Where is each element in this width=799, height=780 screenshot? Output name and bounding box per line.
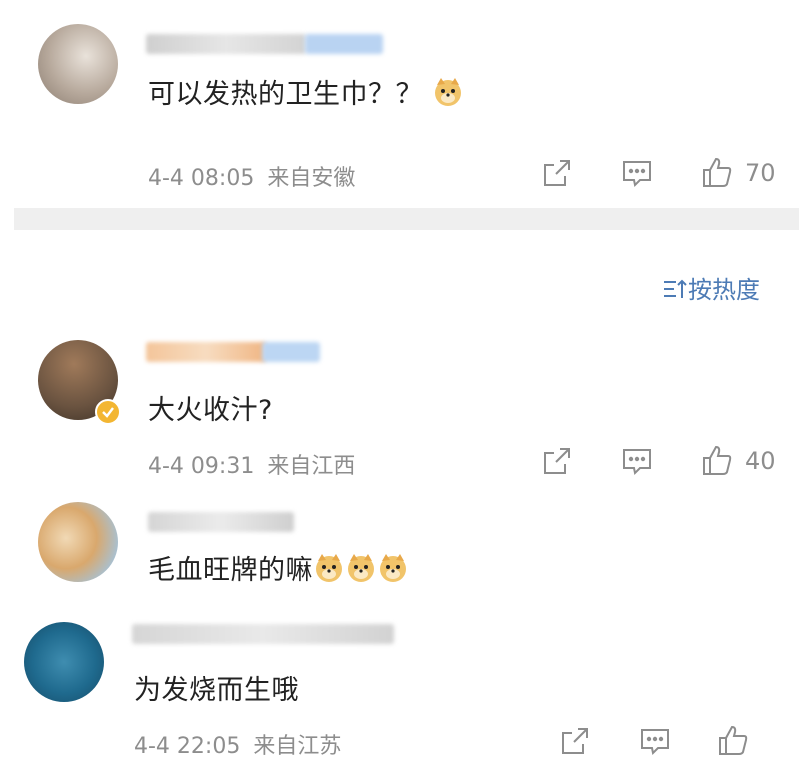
comment-text: 毛血旺牌的嘛 <box>148 548 409 587</box>
thumbs-up-icon[interactable] <box>716 723 750 757</box>
location: 来自安徽 <box>267 166 356 191</box>
username-blurred[interactable] <box>132 624 394 644</box>
location: 来自江苏 <box>253 734 342 759</box>
timestamp: 4-4 22:05 <box>134 734 241 759</box>
username-blurred[interactable] <box>148 512 294 532</box>
thumbs-up-icon[interactable] <box>700 155 734 189</box>
comment-text: 为发烧而生哦 <box>134 675 299 706</box>
comment-text-content: 可以发热的卫生巾？？ <box>148 79 423 110</box>
sort-by-heat-button[interactable]: 按热度 <box>662 270 760 305</box>
comment-meta: 4-4 08:05 来自安徽 <box>148 160 355 192</box>
timestamp: 4-4 09:31 <box>148 454 255 479</box>
avatar[interactable] <box>38 502 118 582</box>
section-divider <box>14 208 799 230</box>
like-count: 40 <box>745 447 776 475</box>
doge-emoji <box>377 552 409 584</box>
comment-text: 大火收汁? <box>148 395 273 426</box>
doge-emoji <box>313 552 345 584</box>
comment-icon[interactable] <box>620 444 654 478</box>
like-count: 70 <box>745 159 776 187</box>
share-icon[interactable] <box>540 444 574 478</box>
user-badge-blurred <box>262 342 320 362</box>
location: 来自江西 <box>267 454 356 479</box>
comment-meta: 4-4 22:05 来自江苏 <box>134 728 341 760</box>
comment-icon[interactable] <box>638 724 672 758</box>
comment-meta: 4-4 09:31 来自江西 <box>148 448 355 480</box>
share-icon[interactable] <box>540 156 574 190</box>
comment-text: 可以发热的卫生巾？？ <box>148 72 464 111</box>
timestamp: 4-4 08:05 <box>148 166 255 191</box>
avatar[interactable] <box>38 24 118 104</box>
thumbs-up-icon[interactable] <box>700 443 734 477</box>
doge-emoji <box>345 552 377 584</box>
comment-text-content: 毛血旺牌的嘛 <box>148 555 313 586</box>
verified-badge <box>95 399 121 425</box>
comment-icon[interactable] <box>620 156 654 190</box>
sort-icon <box>662 277 688 301</box>
user-badge-blurred <box>305 34 383 54</box>
avatar[interactable] <box>24 622 104 702</box>
sort-label: 按热度 <box>688 276 760 304</box>
share-icon[interactable] <box>558 724 592 758</box>
doge-emoji <box>432 76 464 108</box>
username-blurred[interactable] <box>146 34 306 54</box>
username-blurred[interactable] <box>146 342 266 362</box>
